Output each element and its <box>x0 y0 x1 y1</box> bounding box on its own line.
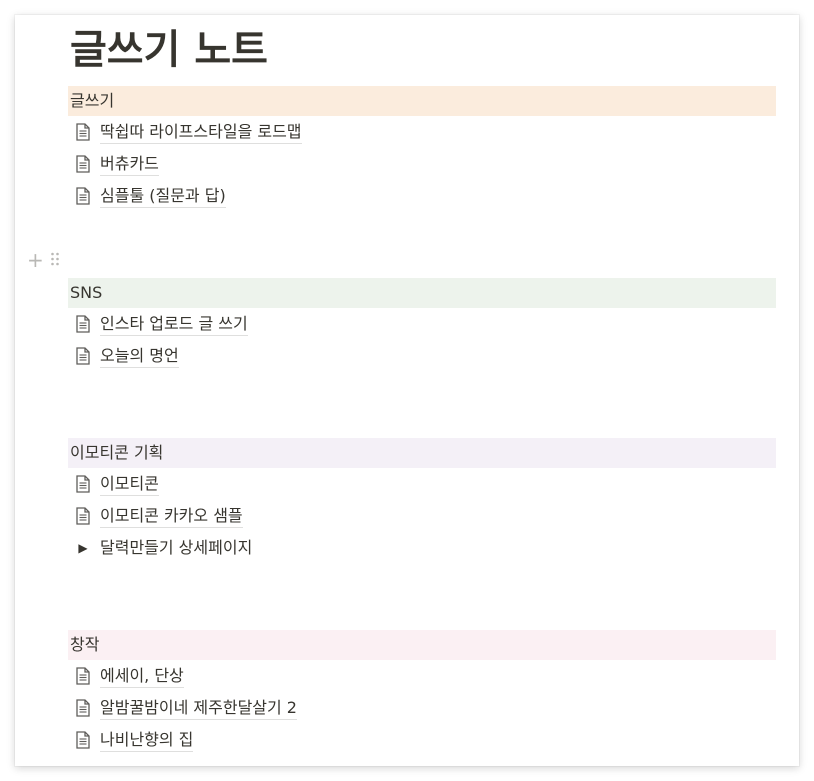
page-icon <box>72 697 94 719</box>
page-icon <box>72 313 94 335</box>
toggle-label[interactable]: 달력만들기 상세페이지 <box>100 537 252 559</box>
page-link[interactable]: 오늘의 명언 <box>68 340 776 372</box>
page-link[interactable]: 에세이, 단상 <box>68 660 776 692</box>
plus-icon[interactable]: + <box>27 250 44 270</box>
page-link[interactable]: 딱쉽따 라이프스타일을 로드맵 <box>68 116 776 148</box>
section-header[interactable]: 이모티콘 기획 <box>68 438 776 468</box>
page-link-label[interactable]: 딱쉽따 라이프스타일을 로드맵 <box>100 121 302 144</box>
page-link[interactable]: 버츄카드 <box>68 148 776 180</box>
page-title[interactable]: 글쓰기 노트 <box>70 27 268 73</box>
block-handle: + <box>27 250 60 270</box>
page-link-label[interactable]: 인스타 업로드 글 쓰기 <box>100 313 248 336</box>
section-writing: 글쓰기 딱쉽따 라이프스타일을 로드맵 버츄카드 심플툴 (질문과 답) <box>68 86 776 212</box>
section-header[interactable]: 창작 <box>68 630 776 660</box>
page-link-label[interactable]: 버츄카드 <box>100 153 159 176</box>
page-icon <box>72 185 94 207</box>
page-icon <box>72 473 94 495</box>
page-icon <box>72 729 94 751</box>
page-link[interactable]: 인스타 업로드 글 쓰기 <box>68 308 776 340</box>
toggle-block[interactable]: ▶ 달력만들기 상세페이지 <box>68 532 776 564</box>
page-link-label[interactable]: 알밤꿀밤이네 제주한달살기 2 <box>100 697 297 720</box>
page-link[interactable]: 알밤꿀밤이네 제주한달살기 2 <box>68 692 776 724</box>
page-link-label[interactable]: 이모티콘 <box>100 473 159 496</box>
page-link-label[interactable]: 심플툴 (질문과 답) <box>100 185 226 208</box>
section-sns: SNS 인스타 업로드 글 쓰기 오늘의 명언 <box>68 278 776 372</box>
page-link[interactable]: 나비난향의 집 <box>68 724 776 756</box>
page-link-label[interactable]: 오늘의 명언 <box>100 345 179 368</box>
page-icon <box>72 505 94 527</box>
page-icon <box>72 665 94 687</box>
notion-page: 글쓰기 노트 + 글쓰기 딱쉽따 라이프스타일을 로드맵 버츄카드 심플툴 (질… <box>15 15 799 766</box>
triangle-right-icon[interactable]: ▶ <box>72 541 94 555</box>
page-link-label[interactable]: 이모티콘 카카오 샘플 <box>100 505 243 528</box>
section-header[interactable]: SNS <box>68 278 776 308</box>
page-icon <box>72 121 94 143</box>
section-header[interactable]: 글쓰기 <box>68 86 776 116</box>
page-link[interactable]: 이모티콘 카카오 샘플 <box>68 500 776 532</box>
page-icon <box>72 345 94 367</box>
page-link[interactable]: 이모티콘 <box>68 468 776 500</box>
page-link-label[interactable]: 에세이, 단상 <box>100 665 184 688</box>
page-link[interactable]: 심플툴 (질문과 답) <box>68 180 776 212</box>
section-emoticon: 이모티콘 기획 이모티콘 이모티콘 카카오 샘플 ▶ 달력만들기 상세페이지 <box>68 438 776 564</box>
section-creative: 창작 에세이, 단상 알밤꿀밤이네 제주한달살기 2 나비난향의 집 <box>68 630 776 756</box>
page-icon <box>72 153 94 175</box>
page-link-label[interactable]: 나비난향의 집 <box>100 729 194 752</box>
drag-handle-icon[interactable] <box>50 251 60 270</box>
